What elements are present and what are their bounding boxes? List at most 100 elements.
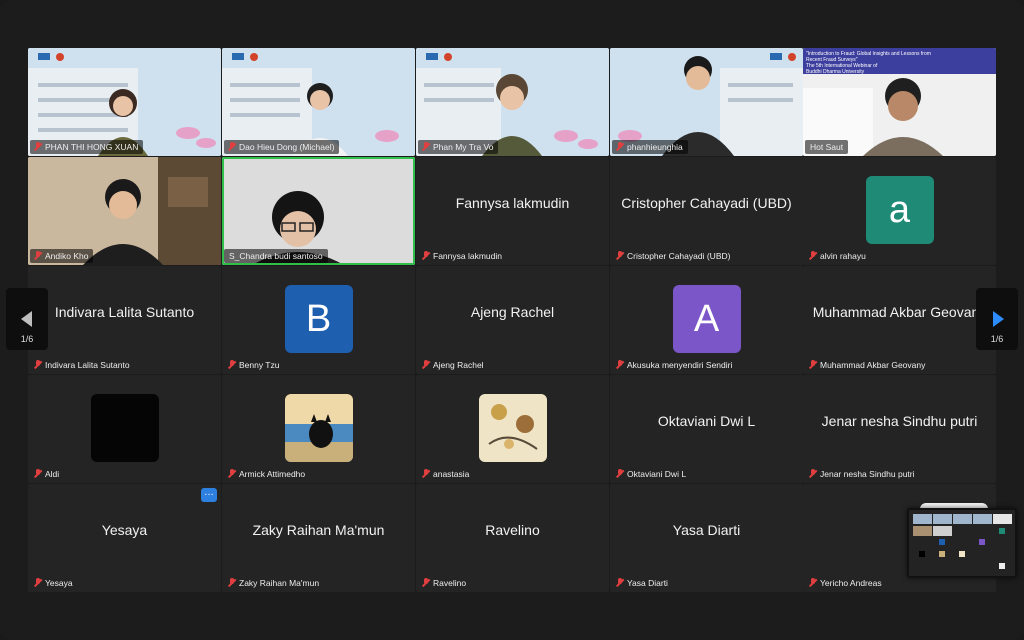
muted-mic-icon: [34, 469, 42, 479]
participant-tile[interactable]: Armick Attimedho: [222, 375, 415, 483]
participant-display-name: Ravelino: [485, 522, 540, 538]
participant-tile[interactable]: Cristopher Cahayadi (UBD) Cristopher Cah…: [610, 157, 803, 265]
participant-tile[interactable]: Yesaya Yesaya: [28, 484, 221, 592]
participant-name-label: anastasia: [418, 467, 474, 481]
participant-display-name: Indivara Lalita Sutanto: [54, 304, 195, 320]
muted-mic-icon: [616, 142, 624, 152]
participant-display-name: Fannysa lakmudin: [455, 195, 570, 211]
participant-tile[interactable]: a alvin rahayu: [803, 157, 996, 265]
participant-name-label: Benny Tzu: [224, 358, 284, 372]
participant-display-name: Yesaya: [101, 522, 148, 538]
muted-mic-icon: [616, 251, 624, 261]
participant-name-label: Oktaviani Dwi L: [612, 467, 691, 481]
participant-name-label: phanhieunghia: [612, 140, 688, 154]
page-indicator: 1/6: [20, 334, 34, 344]
participant-tile[interactable]: A Akusuka menyendiri Sendiri: [610, 266, 803, 374]
previous-page-button[interactable]: 1/6: [6, 288, 48, 350]
participant-name-label: Yericho Andreas: [805, 576, 887, 590]
muted-mic-icon: [34, 360, 42, 370]
muted-mic-icon: [422, 469, 430, 479]
participant-name-label: S_Chandra budi santoso: [224, 249, 328, 263]
participant-name-label: Hot Saut: [805, 140, 849, 154]
participant-display-name: Zaky Raihan Ma'mun: [252, 522, 385, 538]
muted-mic-icon: [809, 360, 817, 370]
muted-mic-icon: [422, 578, 430, 588]
muted-mic-icon: [616, 469, 624, 479]
participant-name-label: Yesaya: [30, 576, 78, 590]
participant-name-label: Andiko Kho: [30, 249, 94, 263]
muted-mic-icon: [228, 469, 236, 479]
participant-tile[interactable]: "Introduction to Fraud: Global Insights …: [803, 48, 996, 156]
participant-tile[interactable]: Muhammad Akbar Geovany Muhammad Akbar Ge…: [803, 266, 996, 374]
participant-display-name: Jenar nesha Sindhu putri: [821, 413, 978, 429]
participant-name-label: Ajeng Rachel: [418, 358, 489, 372]
participant-tile[interactable]: Oktaviani Dwi L Oktaviani Dwi L: [610, 375, 803, 483]
participant-tile[interactable]: Indivara Lalita Sutanto Indivara Lalita …: [28, 266, 221, 374]
muted-mic-icon: [809, 578, 817, 588]
participant-display-name: Yasa Diarti: [672, 522, 741, 538]
participant-tile[interactable]: Fannysa lakmudin Fannysa lakmudin: [416, 157, 609, 265]
muted-mic-icon: [228, 142, 236, 152]
participant-avatar: B: [284, 285, 353, 353]
muted-mic-icon: [34, 142, 42, 152]
participant-name-label: Jenar nesha Sindhu putri: [805, 467, 920, 481]
participant-name-label: Aldi: [30, 467, 64, 481]
participant-name-label: Dao Hieu Dong (Michael): [224, 140, 340, 154]
participant-name-label: Zaky Raihan Ma'mun: [224, 576, 324, 590]
participant-tile[interactable]: anastasia: [416, 375, 609, 483]
mini-gallery-thumbnail[interactable]: [907, 508, 1017, 578]
participant-name-label: Muhammad Akbar Geovany: [805, 358, 930, 372]
participant-tile[interactable]: Jenar nesha Sindhu putri Jenar nesha Sin…: [803, 375, 996, 483]
chevron-left-icon: [21, 311, 32, 327]
zoom-gallery-window: PHAN THI HONG XUAN Dao Hieu Dong (Michae…: [0, 0, 1024, 640]
participant-name-label: alvin rahayu: [805, 249, 871, 263]
mini-gallery-preview: [909, 510, 1015, 576]
illustration-avatar-image: [478, 394, 547, 462]
participant-tile[interactable]: Andiko Kho: [28, 157, 221, 265]
participant-display-name: Muhammad Akbar Geovany: [812, 304, 987, 320]
participant-tile[interactable]: phanhieunghia: [610, 48, 803, 156]
muted-mic-icon: [422, 142, 430, 152]
participant-name-label: Ravelino: [418, 576, 471, 590]
participant-name-label: Akusuka menyendiri Sendiri: [612, 358, 737, 372]
participant-tile[interactable]: B Benny Tzu: [222, 266, 415, 374]
participant-name-label: Armick Attimedho: [224, 467, 310, 481]
muted-mic-icon: [228, 360, 236, 370]
cat-avatar-image: [284, 394, 353, 462]
participant-avatar: [284, 394, 353, 462]
participant-tile[interactable]: Yasa Diarti Yasa Diarti: [610, 484, 803, 592]
participant-tile[interactable]: Phan My Tra Vo: [416, 48, 609, 156]
muted-mic-icon: [809, 251, 817, 261]
participant-tile[interactable]: PHAN THI HONG XUAN: [28, 48, 221, 156]
muted-mic-icon: [422, 360, 430, 370]
participant-name-label: Indivara Lalita Sutanto: [30, 358, 135, 372]
muted-mic-icon: [616, 578, 624, 588]
participant-display-name: Oktaviani Dwi L: [657, 413, 756, 429]
participant-tile[interactable]: Aldi: [28, 375, 221, 483]
chevron-right-icon: [993, 311, 1004, 327]
page-indicator: 1/6: [990, 334, 1004, 344]
participant-display-name: Ajeng Rachel: [470, 304, 555, 320]
muted-mic-icon: [422, 251, 430, 261]
next-page-button[interactable]: 1/6: [976, 288, 1018, 350]
participant-name-label: Cristopher Cahayadi (UBD): [612, 249, 735, 263]
participant-tile-active-speaker[interactable]: S_Chandra budi santoso: [222, 157, 415, 265]
participant-name-label: Phan My Tra Vo: [418, 140, 499, 154]
participant-avatar: a: [865, 176, 934, 244]
participant-tile[interactable]: Ajeng Rachel Ajeng Rachel: [416, 266, 609, 374]
participant-name-label: Fannysa lakmudin: [418, 249, 507, 263]
more-options-button[interactable]: …: [201, 488, 217, 502]
muted-mic-icon: [809, 469, 817, 479]
participant-name-label: Yasa Diarti: [612, 576, 673, 590]
participant-avatar: [478, 394, 547, 462]
muted-mic-icon: [228, 578, 236, 588]
participant-grid: PHAN THI HONG XUAN Dao Hieu Dong (Michae…: [28, 48, 996, 593]
participant-tile[interactable]: Zaky Raihan Ma'mun Zaky Raihan Ma'mun: [222, 484, 415, 592]
participant-name-label: PHAN THI HONG XUAN: [30, 140, 144, 154]
participant-tile[interactable]: Dao Hieu Dong (Michael): [222, 48, 415, 156]
muted-mic-icon: [34, 578, 42, 588]
webinar-banner-text: "Introduction to Fraud: Global Insights …: [806, 51, 931, 75]
participant-avatar: A: [672, 285, 741, 353]
muted-mic-icon: [616, 360, 624, 370]
participant-tile[interactable]: Ravelino Ravelino: [416, 484, 609, 592]
